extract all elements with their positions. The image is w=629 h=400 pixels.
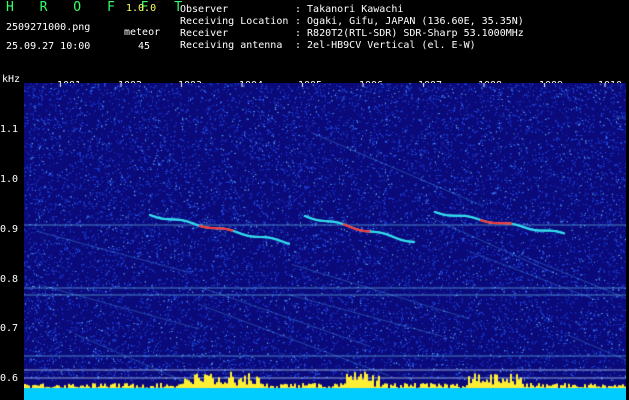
meteor-count-value: 45: [138, 41, 151, 52]
app-version: 1.0.0: [126, 3, 157, 14]
y-tick-label: 0.6: [0, 373, 19, 384]
info-value-location: : Ogaki, Gifu, JAPAN (136.60E, 35.35N): [295, 16, 524, 27]
meteor-count-label: meteor: [124, 27, 161, 38]
spectrogram-canvas: [24, 83, 626, 400]
y-tick-label: 0.8: [0, 274, 19, 285]
y-tick-label: 1.0: [0, 174, 19, 185]
y-tick-label: 0.7: [0, 323, 19, 334]
info-value-observer: : Takanori Kawachi: [295, 4, 404, 15]
info-value-antenna: : 2el-HB9CV Vertical (el. E-W): [295, 40, 476, 51]
file-name: 2509271000.png: [6, 22, 91, 33]
info-key-location: Receiving Location: [180, 16, 289, 27]
info-key-antenna: Receiving antenna: [180, 40, 283, 51]
info-key-observer: Observer: [180, 4, 229, 15]
info-value-receiver: : R820T2(RTL-SDR) SDR-Sharp 53.1000MHz: [295, 28, 524, 39]
y-tick-label: 1.1: [0, 124, 19, 135]
info-key-receiver: Receiver: [180, 28, 229, 39]
app-name: H R O F F T: [6, 0, 192, 15]
y-tick-label: 0.9: [0, 224, 19, 235]
date-time: 25.09.27 10:00: [6, 41, 91, 52]
